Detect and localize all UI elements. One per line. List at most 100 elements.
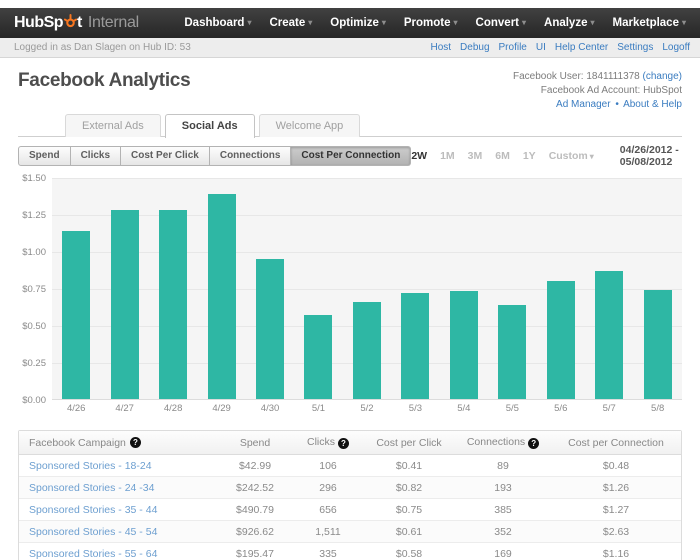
metric-button-group: SpendClicksCost Per ClickConnectionsCost… bbox=[18, 146, 411, 166]
range-custom[interactable]: Custom▾ bbox=[549, 150, 594, 162]
chart-bar-5-4[interactable] bbox=[450, 291, 478, 399]
chevron-down-icon: ▾ bbox=[247, 18, 251, 27]
utility-link-debug[interactable]: Debug bbox=[460, 42, 489, 53]
nav-item-convert[interactable]: Convert▾ bbox=[476, 17, 526, 29]
cell-cost_per_connection: $2.63 bbox=[551, 526, 681, 538]
nav-item-promote[interactable]: Promote▾ bbox=[404, 17, 458, 29]
range-1m[interactable]: 1M bbox=[440, 150, 455, 162]
chart-plot-area bbox=[52, 178, 682, 400]
campaign-link[interactable]: Sponsored Stories - 55 - 64 bbox=[29, 548, 157, 560]
metric-button-connections[interactable]: Connections bbox=[210, 146, 292, 166]
nav-item-optimize[interactable]: Optimize▾ bbox=[330, 17, 386, 29]
top-margin bbox=[0, 0, 700, 8]
chevron-down-icon: ▾ bbox=[590, 152, 594, 161]
cell-cost_per_connection: $1.26 bbox=[551, 482, 681, 494]
cell-cost_per_connection: $0.48 bbox=[551, 460, 681, 472]
cell-clicks: 1,511 bbox=[293, 526, 363, 538]
utility-link-profile[interactable]: Profile bbox=[499, 42, 527, 53]
nav-item-create[interactable]: Create▾ bbox=[269, 17, 312, 29]
help-icon[interactable]: ? bbox=[528, 438, 539, 449]
campaign-link[interactable]: Sponsored Stories - 18-24 bbox=[29, 460, 152, 472]
x-tick-label: 5/6 bbox=[547, 403, 575, 414]
chart-bar-5-8[interactable] bbox=[644, 290, 672, 399]
column-header-label: Connections bbox=[467, 436, 525, 448]
campaign-link[interactable]: Sponsored Stories - 24 -34 bbox=[29, 482, 155, 494]
range-selector: 2W 1M 3M 6M 1Y Custom▾ bbox=[411, 150, 593, 162]
table-row: Sponsored Stories - 35 - 44$490.79656$0.… bbox=[19, 499, 681, 521]
y-tick-label: $0.00 bbox=[22, 395, 46, 406]
cell-campaign: Sponsored Stories - 45 - 54 bbox=[19, 526, 217, 538]
cell-spend: $195.47 bbox=[217, 548, 293, 560]
chart-bar-5-3[interactable] bbox=[401, 293, 429, 399]
metric-button-clicks[interactable]: Clicks bbox=[71, 146, 121, 166]
link-separator: • bbox=[615, 99, 619, 110]
chart-bar-5-7[interactable] bbox=[595, 271, 623, 399]
nav-item-dashboard[interactable]: Dashboard▾ bbox=[184, 17, 251, 29]
nav-item-analyze[interactable]: Analyze▾ bbox=[544, 17, 594, 29]
ad-manager-link[interactable]: Ad Manager bbox=[556, 99, 610, 110]
gridline bbox=[52, 252, 682, 253]
account-info: Facebook User: 1841111378 (change) Faceb… bbox=[513, 70, 682, 112]
metric-button-cost-per-click[interactable]: Cost Per Click bbox=[121, 146, 210, 166]
cell-spend: $42.99 bbox=[217, 460, 293, 472]
change-user-link[interactable]: (change) bbox=[643, 71, 682, 82]
range-1y[interactable]: 1Y bbox=[523, 150, 536, 162]
hubspot-sprocket-icon bbox=[64, 14, 77, 34]
utility-link-ui[interactable]: UI bbox=[536, 42, 546, 53]
chart-bar-4-28[interactable] bbox=[159, 210, 187, 399]
logo-product-name: Internal bbox=[88, 14, 139, 32]
chart-x-axis: 4/264/274/284/294/305/15/25/35/45/55/65/… bbox=[52, 403, 682, 414]
cell-connections: 89 bbox=[455, 460, 551, 472]
column-header-clicks: Clicks? bbox=[293, 436, 363, 449]
ad-account-line: Facebook Ad Account: HubSpot bbox=[513, 84, 682, 98]
cell-connections: 169 bbox=[455, 548, 551, 560]
table-row: Sponsored Stories - 24 -34$242.52296$0.8… bbox=[19, 477, 681, 499]
chart-bar-5-5[interactable] bbox=[498, 305, 526, 399]
x-tick-label: 5/8 bbox=[644, 403, 672, 414]
about-help-link[interactable]: About & Help bbox=[623, 99, 682, 110]
chart-bar-4-26[interactable] bbox=[62, 231, 90, 399]
top-navbar: HubSp t Internal Dashboard▾ Create▾ Optimi… bbox=[0, 8, 700, 38]
table-row: Sponsored Stories - 45 - 54$926.621,511$… bbox=[19, 521, 681, 543]
range-2w[interactable]: 2W bbox=[411, 150, 427, 162]
chart-bar-5-2[interactable] bbox=[353, 302, 381, 399]
x-tick-label: 4/29 bbox=[208, 403, 236, 414]
chart-bar-5-1[interactable] bbox=[304, 315, 332, 399]
column-header-connections: Connections? bbox=[455, 436, 551, 449]
table-body: Sponsored Stories - 18-24$42.99106$0.418… bbox=[19, 455, 681, 560]
chart-bar-4-27[interactable] bbox=[111, 210, 139, 399]
campaign-link[interactable]: Sponsored Stories - 35 - 44 bbox=[29, 504, 157, 516]
table-header-row: Facebook Campaign?SpendClicks?Cost per C… bbox=[19, 431, 681, 455]
nav-item-marketplace[interactable]: Marketplace▾ bbox=[613, 17, 687, 29]
range-3m[interactable]: 3M bbox=[468, 150, 483, 162]
hubspot-logo[interactable]: HubSp t Internal bbox=[14, 13, 139, 33]
tab-external-ads[interactable]: External Ads bbox=[65, 114, 161, 137]
utility-link-host[interactable]: Host bbox=[430, 42, 451, 53]
gridline bbox=[52, 178, 682, 179]
cell-campaign: Sponsored Stories - 24 -34 bbox=[19, 482, 217, 494]
help-icon[interactable]: ? bbox=[130, 437, 141, 448]
range-6m[interactable]: 6M bbox=[495, 150, 510, 162]
chart-bar-4-30[interactable] bbox=[256, 259, 284, 399]
facebook-user-line: Facebook User: 1841111378 (change) bbox=[513, 70, 682, 84]
cell-clicks: 296 bbox=[293, 482, 363, 494]
campaign-link[interactable]: Sponsored Stories - 45 - 54 bbox=[29, 526, 157, 538]
tab-social-ads[interactable]: Social Ads bbox=[165, 114, 255, 138]
cell-spend: $490.79 bbox=[217, 504, 293, 516]
x-tick-label: 5/4 bbox=[450, 403, 478, 414]
chevron-down-icon: ▾ bbox=[522, 18, 526, 27]
utility-link-settings[interactable]: Settings bbox=[617, 42, 653, 53]
column-header-label: Cost per Click bbox=[376, 437, 441, 449]
help-icon[interactable]: ? bbox=[338, 438, 349, 449]
facebook-user-label: Facebook User: bbox=[513, 71, 584, 82]
x-tick-label: 4/28 bbox=[159, 403, 187, 414]
time-controls: 2W1M3M6M1YCustom▾ 04/26/2012 - 05/08/201… bbox=[411, 144, 682, 168]
chart-bar-5-6[interactable] bbox=[547, 281, 575, 399]
utility-link-logoff[interactable]: Logoff bbox=[662, 42, 690, 53]
utility-link-help-center[interactable]: Help Center bbox=[555, 42, 608, 53]
metric-button-spend[interactable]: Spend bbox=[18, 146, 71, 166]
metric-button-cost-per-connection[interactable]: Cost Per Connection bbox=[291, 146, 411, 166]
chart-bar-4-29[interactable] bbox=[208, 194, 236, 399]
tab-welcome-app[interactable]: Welcome App bbox=[259, 114, 361, 137]
logo-text-primary: HubSp bbox=[14, 14, 63, 32]
